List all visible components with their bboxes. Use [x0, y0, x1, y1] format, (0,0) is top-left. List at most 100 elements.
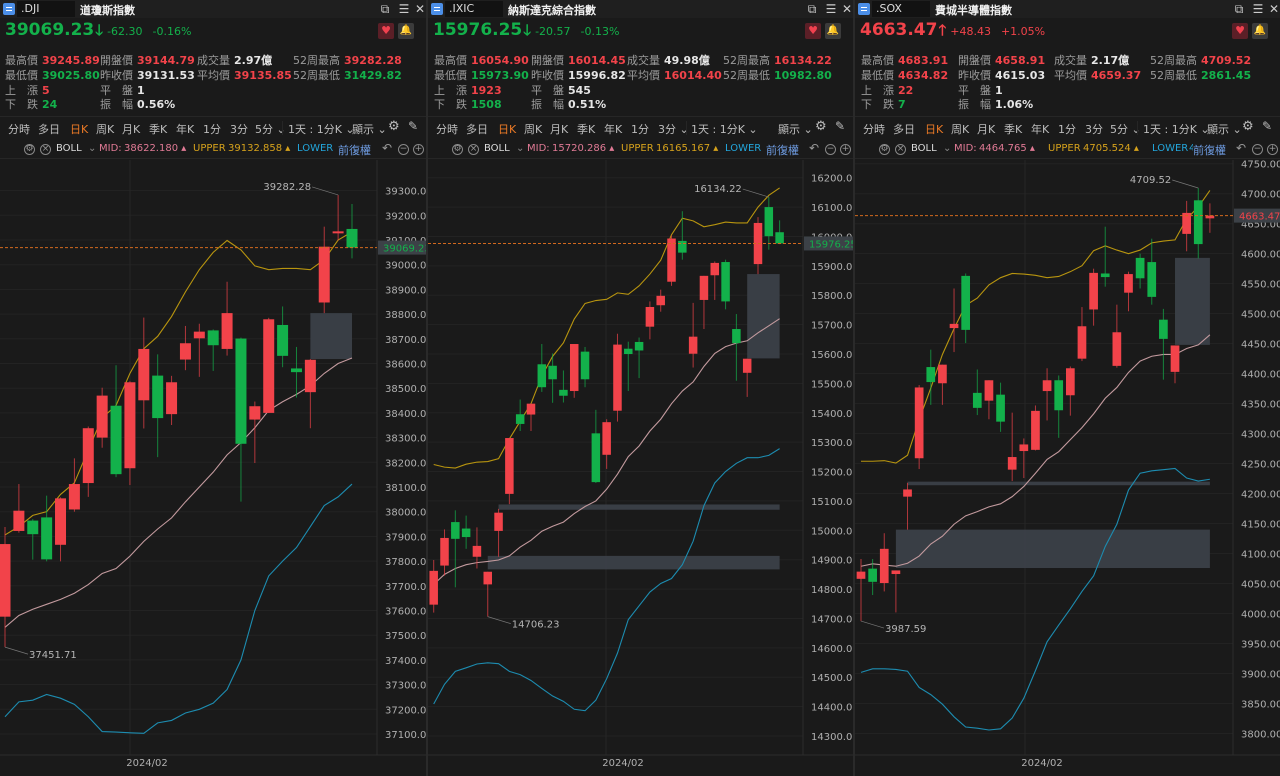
tab-3[interactable]: 周K	[524, 121, 542, 137]
tab-2[interactable]: 日K	[498, 121, 516, 137]
alert-bell-button[interactable]: 🔔	[1252, 23, 1268, 39]
settings-sliders-icon[interactable]: ☰	[824, 2, 838, 16]
candle-body	[1065, 368, 1075, 396]
tab-7[interactable]: 1分	[1058, 121, 1076, 137]
indicator-settings-icon[interactable]: ⚙	[452, 144, 463, 155]
chart-settings-gear-icon[interactable]: ⚙	[1242, 119, 1254, 134]
tab-6[interactable]: 年K	[604, 121, 622, 137]
indicator-close-icon[interactable]: ×	[895, 144, 906, 155]
chart-settings-gear-icon[interactable]: ⚙	[388, 119, 400, 134]
zoom-out-icon[interactable]: −	[825, 144, 836, 155]
copy-window-icon[interactable]: ⧉	[378, 2, 392, 16]
stat-value: 2.97億	[234, 54, 273, 67]
indicator-chevron-down-icon[interactable]: ⌄	[516, 143, 524, 154]
tab-6[interactable]: 年K	[1031, 121, 1049, 137]
indicator-chevron-down-icon[interactable]: ⌄	[88, 143, 96, 154]
display-dropdown[interactable]: 顯示 ⌄	[778, 121, 813, 137]
stat-item: 平均價 16014.40	[627, 67, 722, 83]
candle-body	[926, 367, 936, 383]
draw-pencil-icon[interactable]: ✎	[1262, 119, 1272, 133]
tab-0[interactable]: 分時	[863, 121, 885, 137]
favorite-button[interactable]: ♥	[378, 23, 394, 39]
price-adjust-button[interactable]: 前復權	[766, 142, 803, 158]
undo-icon[interactable]: ↶	[809, 141, 819, 155]
tab-2[interactable]: 日K	[70, 121, 88, 137]
tab-4[interactable]: 月K	[550, 121, 568, 137]
candle-body	[613, 344, 622, 411]
interval-dropdown[interactable]: 1天 : 1分K ⌄	[691, 121, 758, 137]
tab-7[interactable]: 1分	[203, 121, 221, 137]
ticker-input[interactable]: .IXIC	[445, 1, 503, 17]
candlestick-chart[interactable]: 4750.004700.004650.004600.004550.004500.…	[855, 160, 1280, 776]
indicator-name[interactable]: BOLL	[56, 143, 82, 154]
indicator-name[interactable]: BOLL	[484, 143, 510, 154]
tab-5[interactable]: 季K	[1004, 121, 1022, 137]
candlestick-chart[interactable]: 39300.0039200.0039100.0039000.0038900.00…	[0, 160, 426, 776]
tab-2[interactable]: 日K	[925, 121, 943, 137]
tab-1[interactable]: 多日	[38, 121, 60, 137]
price-adjust-button[interactable]: 前復權	[1193, 142, 1230, 158]
candle-body	[505, 438, 514, 494]
tab-7[interactable]: 1分	[631, 121, 649, 137]
settings-sliders-icon[interactable]: ☰	[1251, 2, 1265, 16]
tab-1[interactable]: 多日	[893, 121, 915, 137]
alert-bell-button[interactable]: 🔔	[398, 23, 414, 39]
indicator-close-icon[interactable]: ×	[40, 144, 51, 155]
tab-3[interactable]: 周K	[96, 121, 114, 137]
ticker-input[interactable]: .SOX	[872, 1, 930, 17]
close-icon[interactable]: ✕	[840, 2, 853, 16]
copy-window-icon[interactable]: ⧉	[1232, 2, 1246, 16]
price-change-percent: -0.13%	[580, 25, 620, 38]
stat-item: 成交量 49.98億	[627, 52, 710, 68]
settings-sliders-icon[interactable]: ☰	[397, 2, 411, 16]
tab-4[interactable]: 月K	[122, 121, 140, 137]
copy-window-icon[interactable]: ⧉	[805, 2, 819, 16]
tab-8[interactable]: 3分	[1085, 121, 1103, 137]
price-adjust-button[interactable]: 前復權	[338, 142, 375, 158]
divider	[0, 116, 426, 117]
price-tick-label: 37100.00	[385, 730, 426, 741]
interval-dropdown[interactable]: 1天 : 1分K ⌄	[1143, 121, 1210, 137]
zoom-in-icon[interactable]: +	[1267, 144, 1278, 155]
zoom-in-icon[interactable]: +	[413, 144, 424, 155]
last-price: 39069.23	[5, 20, 95, 40]
zoom-in-icon[interactable]: +	[840, 144, 851, 155]
chart-settings-gear-icon[interactable]: ⚙	[815, 119, 827, 134]
price-tick-label: 14400.00	[811, 703, 853, 714]
indicator-name[interactable]: BOLL	[911, 143, 937, 154]
candlestick-chart[interactable]: 16200.0016100.0016000.0015900.0015800.00…	[428, 160, 853, 776]
draw-pencil-icon[interactable]: ✎	[835, 119, 845, 133]
zoom-out-icon[interactable]: −	[398, 144, 409, 155]
undo-icon[interactable]: ↶	[382, 141, 392, 155]
tab-8[interactable]: 3分 ⌄	[658, 121, 689, 137]
tab-6[interactable]: 年K	[176, 121, 194, 137]
tab-1[interactable]: 多日	[466, 121, 488, 137]
undo-icon[interactable]: ↶	[1236, 141, 1246, 155]
candle-body	[96, 395, 108, 438]
tab-3[interactable]: 周K	[951, 121, 969, 137]
interval-dropdown[interactable]: 1天 : 1分K ⌄	[288, 121, 355, 137]
ticker-input[interactable]: .DJI	[17, 1, 75, 17]
indicator-close-icon[interactable]: ×	[468, 144, 479, 155]
close-icon[interactable]: ✕	[413, 2, 426, 16]
favorite-button[interactable]: ♥	[805, 23, 821, 39]
indicator-chevron-down-icon[interactable]: ⌄	[943, 143, 951, 154]
tab-0[interactable]: 分時	[436, 121, 458, 137]
close-icon[interactable]: ✕	[1267, 2, 1280, 16]
display-dropdown[interactable]: 顯示 ⌄	[352, 121, 387, 137]
stat-label: 成交量	[197, 54, 230, 67]
alert-bell-button[interactable]: 🔔	[825, 23, 841, 39]
draw-pencil-icon[interactable]: ✎	[408, 119, 418, 133]
tab-5[interactable]: 季K	[149, 121, 167, 137]
mid-value: 4464.765 ▴	[979, 143, 1035, 154]
display-dropdown[interactable]: 顯示 ⌄	[1207, 121, 1242, 137]
indicator-settings-icon[interactable]: ⚙	[879, 144, 890, 155]
tab-5[interactable]: 季K	[577, 121, 595, 137]
favorite-button[interactable]: ♥	[1232, 23, 1248, 39]
tab-0[interactable]: 分時	[8, 121, 30, 137]
indicator-settings-icon[interactable]: ⚙	[24, 144, 35, 155]
upper-value: 4705.524 ▴	[1083, 143, 1139, 154]
zoom-out-icon[interactable]: −	[1252, 144, 1263, 155]
tab-4[interactable]: 月K	[977, 121, 995, 137]
tab-8[interactable]: 3分	[230, 121, 248, 137]
